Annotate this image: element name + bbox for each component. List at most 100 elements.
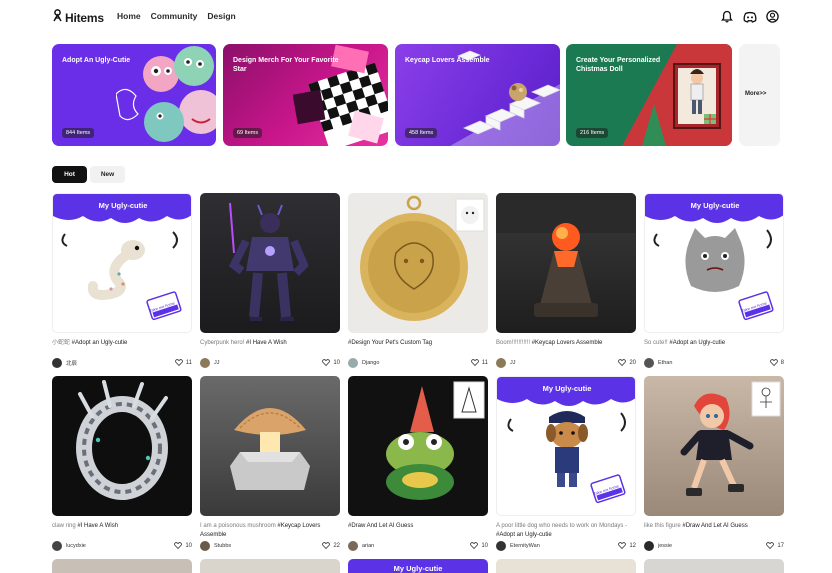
post-author[interactable]: Django: [348, 358, 379, 368]
avatar: [348, 541, 358, 551]
like-button[interactable]: 10: [322, 358, 340, 368]
like-button[interactable]: 12: [618, 541, 636, 551]
post-card[interactable]: Take me home My Ugly-cutie 小蛇蛇 #Adopt an…: [52, 193, 192, 368]
post-author[interactable]: JJ: [496, 358, 516, 368]
post-caption: like this figure #Draw And Let AI Guess: [644, 523, 748, 529]
post-author[interactable]: jessie: [644, 541, 672, 551]
top-nav: Hitems Home Community Design: [0, 0, 832, 34]
avatar: [496, 541, 506, 551]
post-caption: 小蛇蛇 #Adopt an Ugly-cutie: [52, 340, 128, 346]
post-image-volcano-keycap[interactable]: [496, 193, 636, 333]
heart-icon: [470, 358, 479, 368]
like-button[interactable]: 10: [174, 541, 192, 551]
feed-tabs: Hot New: [52, 166, 125, 183]
post-card-partial[interactable]: [496, 559, 636, 573]
post-card-partial[interactable]: [200, 559, 340, 573]
tab-new[interactable]: New: [90, 166, 125, 183]
like-button[interactable]: 8: [769, 358, 784, 368]
heart-icon: [322, 358, 331, 368]
banner-item-count: 458 Items: [405, 128, 438, 138]
nav-link-community[interactable]: Community: [151, 11, 198, 21]
post-image-mushroom-keycap[interactable]: [200, 376, 340, 516]
heart-icon: [470, 541, 479, 551]
post-image-pet-tag[interactable]: [348, 193, 488, 333]
post-card-partial[interactable]: [644, 559, 784, 573]
banner-item-count: 69 Items: [233, 128, 263, 138]
post-image-working-dog-cutie[interactable]: Take me home My Ugly-cutie: [496, 376, 636, 516]
post-image-grey-cat-cutie[interactable]: Take me home My Ugly-cutie: [644, 193, 784, 333]
banner-keycap-lovers[interactable]: Keycap Lovers Assemble 458 Items: [395, 44, 560, 146]
like-button[interactable]: 20: [618, 358, 636, 368]
banner-item-count: 844 Items: [62, 128, 95, 138]
post-caption: So cute!! #Adopt an Ugly-cutie: [644, 340, 726, 346]
avatar: [644, 541, 654, 551]
post-image-cyberpunk-hero[interactable]: [200, 193, 340, 333]
post-caption: Cyberpunk hero! #I Have A Wish: [200, 340, 287, 346]
avatar: [52, 358, 62, 368]
banner-christmas-doll[interactable]: Create Your Personalized Chistmas Doll 2…: [566, 44, 732, 146]
banner-title: Adopt An Ugly-Cutie: [62, 57, 131, 64]
avatar: [644, 358, 654, 368]
post-card[interactable]: #Draw And Let AI Guess arian 10: [348, 376, 488, 551]
post-caption: #Design Your Pet's Custom Tag: [348, 340, 433, 346]
logo-text: Hitems: [65, 11, 104, 25]
more-collections-card[interactable]: More>>: [739, 44, 780, 146]
like-button[interactable]: 10: [470, 541, 488, 551]
banner-title: Create Your Personalized Chistmas Doll: [576, 57, 661, 74]
post-caption: A poor little dog who needs to work on M…: [496, 523, 628, 538]
ugly-cutie-banner-title: My Ugly-cutie: [98, 201, 148, 210]
post-author[interactable]: 北辰: [52, 358, 77, 368]
logo-icon: [52, 9, 63, 27]
more-link[interactable]: More>>: [745, 91, 766, 97]
post-author[interactable]: JJ: [200, 358, 220, 368]
heart-icon: [618, 541, 627, 551]
post-card-partial[interactable]: My Ugly-cutie: [348, 559, 488, 573]
post-card[interactable]: Boom!!!!!!!!!!! #Keycap Lovers Assemble …: [496, 193, 636, 368]
post-author[interactable]: lucydxie: [52, 541, 86, 551]
heart-icon: [618, 358, 627, 368]
avatar: [200, 358, 210, 368]
like-button[interactable]: 22: [322, 541, 340, 551]
like-button[interactable]: 11: [174, 358, 192, 368]
post-image-claw-ring[interactable]: [52, 376, 192, 516]
ugly-cutie-banner-title: My Ugly-cutie: [542, 384, 592, 393]
avatar: [496, 358, 506, 368]
tab-hot[interactable]: Hot: [52, 166, 87, 183]
avatar: [348, 358, 358, 368]
post-card[interactable]: like this figure #Draw And Let AI Guess …: [644, 376, 784, 551]
banner-design-merch[interactable]: Design Merch For Your Favorite Star 69 I…: [223, 44, 388, 146]
post-image-frog-gnome[interactable]: [348, 376, 488, 516]
post-caption: #Draw And Let AI Guess: [348, 523, 414, 529]
post-author[interactable]: arian: [348, 541, 374, 551]
post-card[interactable]: Take me home My Ugly-cutie A poor little…: [496, 376, 636, 551]
banner-title: Keycap Lovers Assemble: [405, 57, 490, 64]
banner-adopt-ugly-cutie[interactable]: Adopt An Ugly-Cutie 844 Items: [52, 44, 216, 146]
heart-icon: [766, 541, 775, 551]
like-button[interactable]: 11: [470, 358, 488, 368]
notification-bell-icon[interactable]: [719, 9, 734, 24]
nav-link-design[interactable]: Design: [207, 11, 235, 21]
post-author[interactable]: EternityWan: [496, 541, 540, 551]
post-caption: Boom!!!!!!!!!!! #Keycap Lovers Assemble: [496, 340, 603, 346]
heart-icon: [769, 358, 778, 368]
nav-link-home[interactable]: Home: [117, 11, 141, 21]
post-card[interactable]: claw ring #I Have A Wish lucydxie 10: [52, 376, 192, 551]
post-author[interactable]: Ethan: [644, 358, 672, 368]
avatar: [52, 541, 62, 551]
logo[interactable]: Hitems: [52, 9, 104, 27]
post-card[interactable]: #Design Your Pet's Custom Tag Django 11: [348, 193, 488, 368]
post-author[interactable]: Stubbs: [200, 541, 231, 551]
collection-banners: Adopt An Ugly-Cutie 844 Items Design Mer…: [52, 44, 780, 146]
post-image-skater-figure[interactable]: [644, 376, 784, 516]
post-card[interactable]: I am a poisonous mushroom #Keycap Lovers…: [200, 376, 340, 551]
ugly-cutie-banner-title: My Ugly-cutie: [690, 201, 740, 210]
discord-icon[interactable]: [742, 9, 757, 24]
heart-icon: [322, 541, 331, 551]
like-button[interactable]: 17: [766, 541, 784, 551]
avatar: [200, 541, 210, 551]
user-profile-icon[interactable]: [765, 9, 780, 24]
post-card[interactable]: Take me home My Ugly-cutie So cute!! #Ad…: [644, 193, 784, 368]
post-image-snake-cutie[interactable]: Take me home My Ugly-cutie: [52, 193, 192, 333]
post-card[interactable]: Cyberpunk hero! #I Have A Wish JJ 10: [200, 193, 340, 368]
post-card-partial[interactable]: [52, 559, 192, 573]
